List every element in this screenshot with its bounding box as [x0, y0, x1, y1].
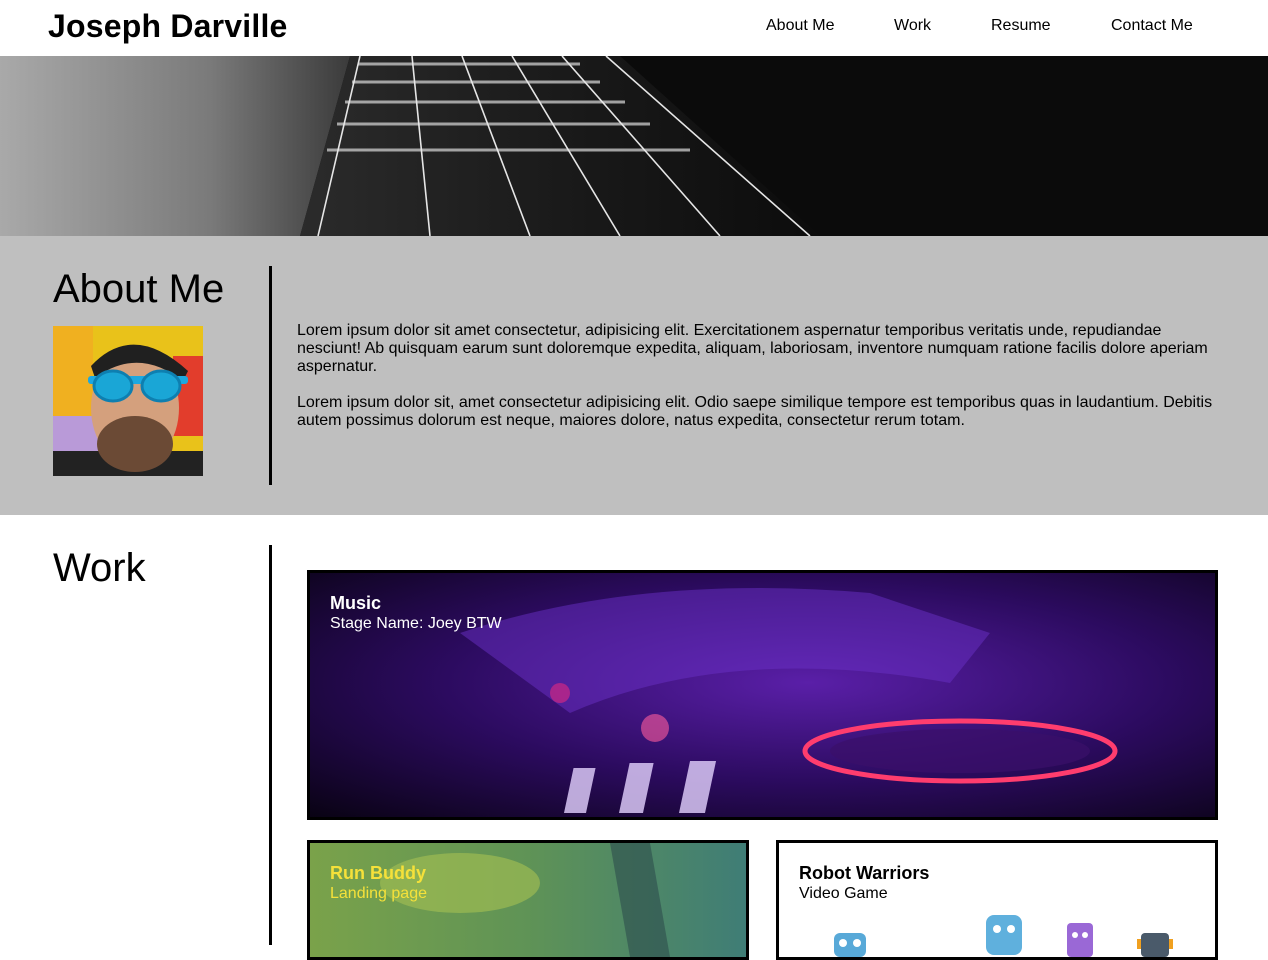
project-subtitle: Landing page	[330, 885, 427, 902]
project-title: Music	[330, 593, 382, 613]
nav-link-resume[interactable]: Resume	[991, 17, 1051, 35]
hero-banner	[0, 56, 1268, 236]
about-text: Lorem ipsum dolor sit amet consectetur, …	[297, 322, 1227, 448]
robot-icon	[1067, 923, 1093, 957]
project-card-run-buddy[interactable]: Run Buddy Landing page	[307, 840, 749, 960]
nav-link-contact-text[interactable]: Contact Me	[1111, 17, 1193, 34]
dj-turntable-image	[310, 573, 1215, 817]
nav-link-about[interactable]: About Me	[766, 17, 834, 35]
site-header: Joseph Darville About Me Work Resume Con…	[0, 0, 1268, 56]
robot-icon	[834, 933, 866, 957]
nav-link-about-text[interactable]: About Me	[766, 17, 834, 34]
nav-link-contact[interactable]: Contact Me	[1111, 17, 1193, 35]
guitar-fretboard-image	[0, 56, 1268, 236]
nav-link-work[interactable]: Work	[894, 17, 931, 35]
about-paragraph-1: Lorem ipsum dolor sit amet consectetur, …	[297, 322, 1208, 375]
robot-icon	[1137, 933, 1173, 957]
about-section: About Me Lorem ipsum dolor sit amet cons…	[0, 236, 1268, 515]
work-heading: Work	[53, 546, 146, 590]
project-subtitle: Stage Name: Joey BTW	[330, 615, 502, 632]
about-paragraph-2: Lorem ipsum dolor sit, amet consectetur …	[297, 394, 1213, 429]
robot-icon	[986, 915, 1022, 955]
project-title: Run Buddy	[330, 863, 426, 883]
work-section: Work Music Stage Name: Joey BTW Run Budd…	[0, 515, 1268, 960]
about-heading: About Me	[53, 267, 225, 311]
about-divider	[269, 266, 272, 485]
profile-photo	[53, 326, 203, 476]
project-title: Robot Warriors	[799, 863, 930, 883]
site-title: Joseph Darville	[48, 8, 288, 44]
project-card-robot-warriors[interactable]: Robot Warriors Video Game	[776, 840, 1218, 960]
work-divider	[269, 545, 272, 945]
project-card-music[interactable]: Music Stage Name: Joey BTW	[307, 570, 1218, 820]
avatar	[53, 326, 203, 476]
project-subtitle: Video Game	[799, 885, 888, 902]
nav-link-resume-text[interactable]: Resume	[991, 17, 1051, 34]
nav-link-work-text[interactable]: Work	[894, 17, 931, 34]
